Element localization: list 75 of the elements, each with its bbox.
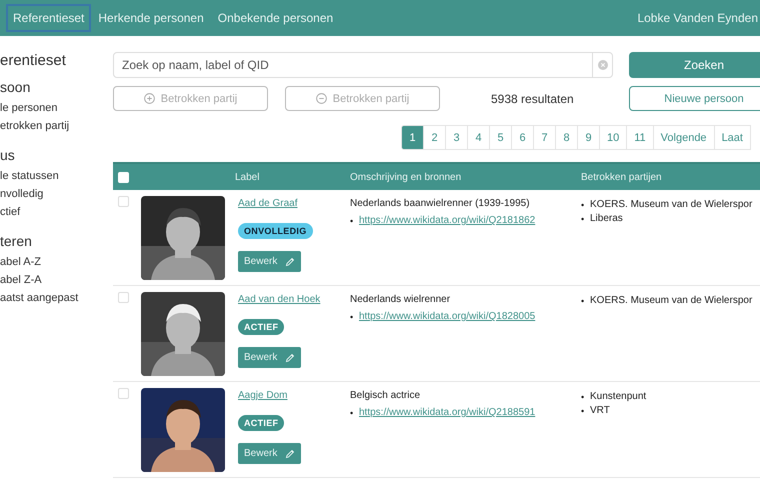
bullet: • <box>581 391 586 403</box>
party-item: Kunstenpunt <box>590 390 646 404</box>
bullet: • <box>581 213 586 225</box>
sidebar-heading: teren <box>0 233 33 249</box>
page-link[interactable]: 8 <box>555 125 578 150</box>
filter-button[interactable]: Betrokken partij <box>113 86 268 111</box>
sidebar-link[interactable]: ctief <box>0 203 105 221</box>
search-button[interactable]: Zoeken <box>629 52 760 78</box>
person-link[interactable]: Aagje Dom <box>238 390 288 401</box>
bullet: • <box>581 199 586 211</box>
sidebar-link[interactable]: nvolledig <box>0 185 105 203</box>
sidebar-link[interactable]: abel Z-A <box>0 271 105 289</box>
filter-button[interactable]: Betrokken partij <box>285 86 440 111</box>
bullet: • <box>581 295 586 307</box>
row-checkbox[interactable] <box>118 388 129 399</box>
page-link[interactable]: 6 <box>511 125 534 150</box>
select-all-checkbox[interactable] <box>118 172 129 182</box>
person-link[interactable]: Aad de Graaf <box>238 198 298 209</box>
row-checkbox[interactable] <box>118 292 129 303</box>
sidebar-heading: us <box>0 147 16 163</box>
status-badge: ACTIEF <box>238 415 284 431</box>
person-link[interactable]: Aad van den Hoek <box>238 294 320 305</box>
nav-tab[interactable]: Onbekende personen <box>210 4 340 32</box>
page-link[interactable]: 11 <box>626 125 654 150</box>
user-name[interactable]: Lobke Vanden Eynden <box>637 11 758 25</box>
page-link[interactable]: 4 <box>467 125 490 150</box>
sidebar-heading: soon <box>0 79 32 95</box>
pencil-icon <box>285 256 296 266</box>
page-link[interactable]: 10 <box>599 125 628 150</box>
edit-button[interactable]: Bewerk <box>238 443 302 464</box>
sidebar-link[interactable]: le statussen <box>0 167 105 185</box>
sidebar-link[interactable]: aatst aangepast <box>0 289 105 307</box>
edit-button[interactable]: Bewerk <box>238 347 302 368</box>
status-badge: ACTIEF <box>238 319 284 335</box>
page-link[interactable]: 9 <box>577 125 600 150</box>
column-header: Betrokken partijen <box>581 172 663 182</box>
sidebar-link[interactable]: le personen <box>0 99 105 117</box>
sidebar-link[interactable]: abel A-Z <box>0 253 105 271</box>
description: Nederlands baanwielrenner (1939-1995) <box>350 198 531 209</box>
page-link[interactable]: 2 <box>423 125 446 150</box>
sidebar-title: erentieset <box>0 52 67 69</box>
bullet: • <box>350 215 354 227</box>
status-badge: ONVOLLEDIG <box>238 223 313 239</box>
page-link[interactable]: 1 <box>401 125 424 150</box>
result-count: 5938 resultaten <box>491 92 574 106</box>
sidebar-link[interactable]: etrokken partij <box>0 117 105 135</box>
pencil-icon <box>285 352 296 362</box>
description: Belgisch actrice <box>350 390 422 401</box>
party-item: KOERS. Museum van de Wielerspor <box>590 198 752 212</box>
new-person-button[interactable]: Nieuwe persoon <box>629 86 760 111</box>
party-item: KOERS. Museum van de Wielerspor <box>590 294 752 308</box>
party-item: Liberas <box>590 212 623 226</box>
wikidata-link[interactable]: https://www.wikidata.org/wiki/Q1828005 <box>359 309 536 325</box>
party-item: VRT <box>590 404 610 418</box>
plus-circle-icon <box>144 93 155 104</box>
wikidata-link[interactable]: https://www.wikidata.org/wiki/Q2188591 <box>359 405 536 421</box>
description: Nederlands wielrenner <box>350 294 452 305</box>
page-link[interactable]: 3 <box>445 125 468 150</box>
edit-button[interactable]: Bewerk <box>238 251 302 272</box>
column-header: Omschrijving en bronnen <box>350 172 462 182</box>
page-link[interactable]: Volgende <box>652 125 715 150</box>
nav-tab[interactable]: Herkende personen <box>91 4 211 32</box>
nav-tab[interactable]: Referentieset <box>6 4 92 32</box>
page-link[interactable]: 7 <box>533 125 556 150</box>
bullet: • <box>350 407 354 419</box>
column-header: Label <box>235 172 260 182</box>
minus-circle-icon <box>316 93 327 104</box>
page-link[interactable]: 5 <box>489 125 512 150</box>
bullet: • <box>581 405 586 417</box>
bullet: • <box>350 311 354 323</box>
wikidata-link[interactable]: https://www.wikidata.org/wiki/Q2181862 <box>359 213 536 229</box>
pencil-icon <box>285 448 296 458</box>
row-checkbox[interactable] <box>118 196 129 207</box>
page-link[interactable]: Laat <box>714 125 751 150</box>
clear-icon[interactable] <box>598 60 608 70</box>
